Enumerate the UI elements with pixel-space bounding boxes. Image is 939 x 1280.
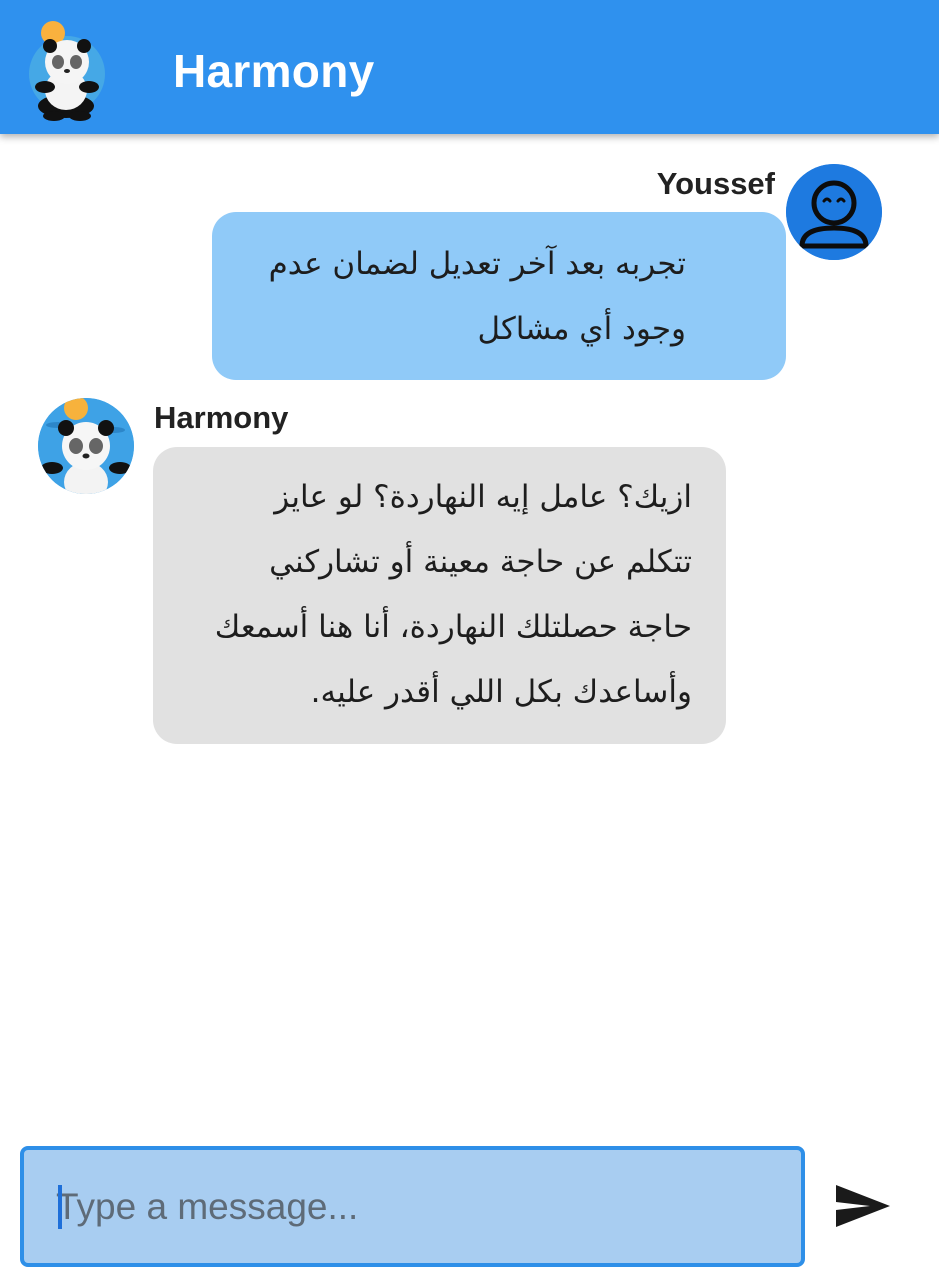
user-message-bubble: تجربه بعد آخر تعديل لضمان عدم وجود أي مش… (212, 212, 786, 380)
message-composer[interactable] (20, 1146, 805, 1267)
message-line: وأساعدك بكل اللي أقدر عليه. (310, 674, 692, 710)
message-line: ازيك؟ عامل إيه النهاردة؟ لو عايز (274, 479, 692, 515)
send-icon (836, 1185, 890, 1227)
user-sender-name: Youssef (656, 166, 775, 201)
user-face-icon (786, 164, 882, 260)
message-input[interactable] (56, 1150, 756, 1263)
message-line: تجربه بعد آخر تعديل لضمان عدم (268, 246, 686, 282)
app-title: Harmony (173, 45, 375, 97)
send-button[interactable] (830, 1173, 896, 1239)
panda-avatar-icon (38, 398, 134, 494)
app-bar: Harmony (0, 0, 939, 134)
bot-message-bubble: ازيك؟ عامل إيه النهاردة؟ لو عايز تتكلم ع… (153, 447, 726, 744)
message-line: حاجة حصلتلك النهاردة، أنا هنا أسمعك (214, 609, 692, 645)
bot-sender-name: Harmony (154, 400, 289, 435)
message-line: تتكلم عن حاجة معينة أو تشاركني (269, 544, 692, 580)
panda-logo-icon (26, 18, 112, 122)
message-line: وجود أي مشاكل (477, 311, 686, 347)
text-cursor (58, 1185, 62, 1229)
